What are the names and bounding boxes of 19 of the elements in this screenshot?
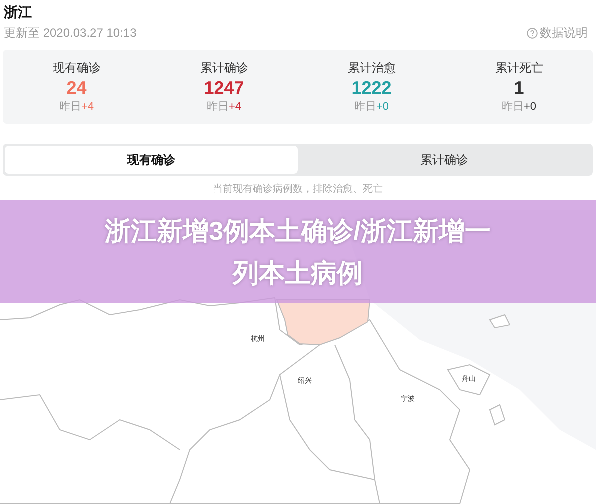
map-caption: 当前现有确诊病例数，排除治愈、死亡 [212,183,384,197]
stat-label: 累计死亡 [495,60,544,76]
banner-title: 浙江新增3例本土确诊/浙江新增一列本土病例 [104,214,492,290]
stat-label: 累计治愈 [348,60,396,76]
region-title: 浙江 [4,3,32,22]
help-icon [527,28,538,38]
stat-value: 24 [66,76,87,100]
stat-delta: 昨日+4 [206,100,242,114]
stat-delta: 昨日+0 [354,100,390,114]
stat-value: 1247 [204,76,244,100]
update-time: 更新至 2020.03.27 10:13 [4,25,137,42]
tab[interactable]: 累计确诊 [298,146,591,174]
stat-value: 1 [514,76,524,100]
stat-value: 1222 [352,76,392,100]
tab[interactable]: 现有确诊 [5,146,298,174]
stat-label: 累计确诊 [200,60,248,76]
stat-delta: 昨日+4 [59,100,94,114]
stat-delta: 昨日+0 [502,100,537,114]
stat-label: 现有确诊 [52,60,101,76]
